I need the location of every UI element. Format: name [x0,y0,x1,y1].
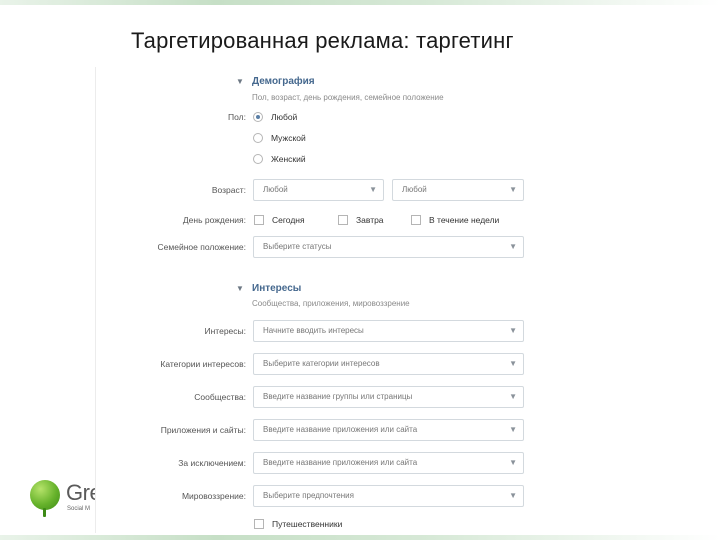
communities-placeholder: Введите название группы или страницы [263,392,413,401]
worldview-select[interactable]: Выберите предпочтения ▼ [253,485,524,507]
communities-select[interactable]: Введите название группы или страницы ▼ [253,386,524,408]
birthday-week-checkbox[interactable] [411,215,421,225]
gender-label: Пол: [228,112,246,122]
logo-ball-icon [30,480,60,510]
marital-label: Семейное положение: [157,242,246,252]
birthday-today-label[interactable]: Сегодня [272,214,305,226]
logo-stem [43,508,46,517]
communities-label: Сообщества: [194,392,246,402]
slide-title: Таргетированная реклама: таргетинг [131,28,514,53]
slide-top-band [0,0,720,5]
exclude-select[interactable]: Введите название приложения или сайта ▼ [253,452,524,474]
birthday-label: День рождения: [182,215,246,225]
targeting-form-screenshot: ▼ Демография Пол, возраст, день рождения… [95,67,531,533]
chevron-down-icon: ▼ [509,326,517,335]
interests-subtitle: Сообщества, приложения, мировоззрение [252,299,410,308]
chevron-down-icon: ▼ [509,458,517,467]
age-label: Возраст: [211,185,246,195]
gender-radio-female[interactable] [253,154,263,164]
slide-bottom-band [0,535,720,540]
age-to-value: Любой [402,185,427,194]
demography-title: Демография [252,76,315,87]
marital-select[interactable]: Выберите статусы ▼ [253,236,524,258]
chevron-down-icon: ▼ [509,392,517,401]
birthday-week-label[interactable]: В течение недели [429,214,499,226]
interest-categories-select[interactable]: Выберите категории интересов ▼ [253,353,524,375]
exclude-placeholder: Введите название приложения или сайта [263,458,418,467]
demography-subtitle: Пол, возраст, день рождения, семейное по… [252,93,444,102]
chevron-down-icon: ▼ [509,242,517,251]
age-to-select[interactable]: Любой ▼ [392,179,524,201]
chevron-down-icon: ▼ [509,425,517,434]
apps-sites-placeholder: Введите название приложения или сайта [263,425,418,434]
interest-categories-placeholder: Выберите категории интересов [263,359,380,368]
triangle-down-icon[interactable]: ▼ [236,282,244,296]
gender-option-any[interactable]: Любой [271,111,297,123]
chevron-down-icon: ▼ [509,359,517,368]
interests-title: Интересы [252,283,302,294]
birthday-tomorrow-label[interactable]: Завтра [356,214,384,226]
travelers-label[interactable]: Путешественники [272,518,342,530]
interests-label: Интересы: [204,326,246,336]
interests-select[interactable]: Начните вводить интересы ▼ [253,320,524,342]
triangle-down-icon[interactable]: ▼ [236,75,244,89]
marital-placeholder: Выберите статусы [263,242,332,251]
worldview-label: Мировоззрение: [181,491,246,501]
worldview-placeholder: Выберите предпочтения [263,491,354,500]
interests-placeholder: Начните вводить интересы [263,326,364,335]
chevron-down-icon: ▼ [509,185,517,194]
age-from-select[interactable]: Любой ▼ [253,179,384,201]
logo-subtext: Social M [67,506,91,512]
gender-radio-any[interactable] [253,112,263,122]
apps-sites-select[interactable]: Введите название приложения или сайта ▼ [253,419,524,441]
travelers-checkbox[interactable] [254,519,264,529]
chevron-down-icon: ▼ [509,491,517,500]
age-from-value: Любой [263,185,288,194]
birthday-today-checkbox[interactable] [254,215,264,225]
interest-categories-label: Категории интересов: [160,359,246,369]
birthday-tomorrow-checkbox[interactable] [338,215,348,225]
apps-sites-label: Приложения и сайты: [160,425,246,435]
gender-option-male[interactable]: Мужской [271,132,306,144]
chevron-down-icon: ▼ [369,185,377,194]
gender-option-female[interactable]: Женский [271,153,306,165]
gender-radio-male[interactable] [253,133,263,143]
exclude-label: За исключением: [178,458,246,468]
